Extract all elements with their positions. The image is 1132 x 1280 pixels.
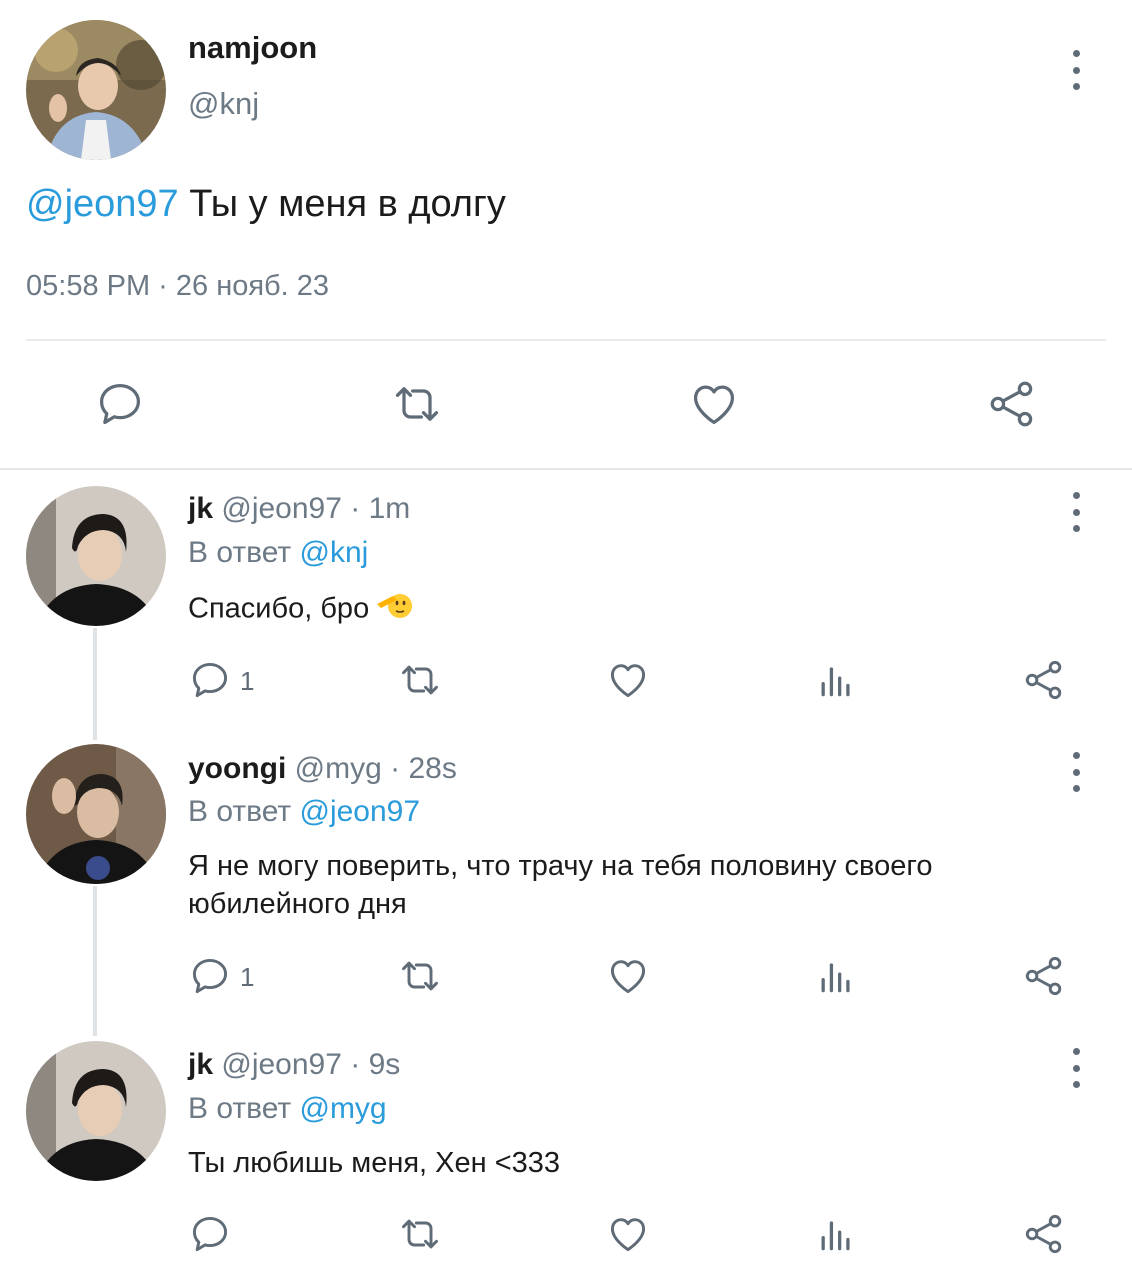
avatar-yoongi[interactable] [26,744,166,884]
reply-to-line: В ответ @jeon97 [188,795,420,829]
reply-text: Я не могу поверить, что трачу на тебя по… [188,850,933,920]
reply-time: 1m [368,492,411,525]
avatar-namjoon[interactable] [26,20,166,160]
reply-author-handle[interactable]: @jeon97 [221,1048,342,1081]
more-options-icon[interactable] [1064,1048,1088,1088]
tweet-timestamp: 05:58 PM · 26 нояб. 23 [26,270,330,302]
reply-header: jk @jeon97 · 9s [188,1048,400,1082]
tweet-body: Ты у меня в долгу [178,183,506,225]
share-icon[interactable] [1022,1212,1066,1256]
reply-count: 1 [240,962,255,992]
reply-count: 1 [240,666,255,696]
retweet-icon[interactable] [396,1212,444,1256]
reply-body: Спасибо, бро [188,592,370,625]
reply-author-name[interactable]: yoongi [188,752,286,785]
saluting-face-emoji [375,588,413,632]
section-divider [0,468,1132,470]
like-icon[interactable] [606,658,650,702]
avatar-jk[interactable] [26,486,166,626]
reply-prefix: В ответ [188,536,292,569]
share-icon[interactable] [986,378,1038,430]
reply-prefix: В ответ [188,795,292,828]
reply-to-line: В ответ @knj [188,536,368,570]
more-options-icon[interactable] [1064,50,1088,90]
like-icon[interactable] [688,378,740,430]
reply-text: Спасибо, бро [188,588,1068,632]
author-name[interactable]: namjoon [188,30,317,66]
stats-icon[interactable] [814,1212,858,1256]
reply-header: jk @jeon97 · 1m [188,492,410,526]
reply-to-line: В ответ @myg [188,1092,387,1126]
comment-icon[interactable] [188,1212,232,1256]
reply-time: 9s [368,1048,401,1081]
reply-header: yoongi @myg · 28s [188,752,457,786]
comment-icon[interactable] [188,658,232,702]
share-icon[interactable] [1022,954,1066,998]
reply-to-mention[interactable]: @jeon97 [299,795,420,828]
reply-author-handle[interactable]: @jeon97 [221,492,342,525]
retweet-icon[interactable] [388,378,446,430]
tweet-text: @jeon97 Ты у меня в долгу [26,183,506,226]
stats-icon[interactable] [814,954,858,998]
divider [26,339,1106,341]
author-handle[interactable]: @knj [188,86,259,122]
reply-to-mention[interactable]: @myg [299,1092,386,1125]
stats-icon[interactable] [814,658,858,702]
like-icon[interactable] [606,954,650,998]
avatar-jk[interactable] [26,1041,166,1181]
reply-time: 28s [408,752,457,785]
more-options-icon[interactable] [1064,752,1088,792]
reply-prefix: В ответ [188,1092,292,1125]
reply-author-name[interactable]: jk [188,492,213,525]
separator-dot: · [350,1048,361,1081]
reply-text: Ты любишь меня, Хен <333 [188,1147,561,1179]
reply-author-handle[interactable]: @myg [295,752,382,785]
comment-icon[interactable] [188,954,232,998]
thread-line [93,628,97,740]
more-options-icon[interactable] [1064,492,1088,532]
thread-line [93,886,97,1036]
separator-dot: · [350,492,361,525]
like-icon[interactable] [606,1212,650,1256]
reply-to-mention[interactable]: @knj [299,536,368,569]
retweet-icon[interactable] [396,658,444,702]
separator-dot: · [390,752,401,785]
mention-link[interactable]: @jeon97 [26,183,179,225]
retweet-icon[interactable] [396,954,444,998]
reply-author-name[interactable]: jk [188,1048,213,1081]
comment-icon[interactable] [94,378,146,430]
share-icon[interactable] [1022,658,1066,702]
